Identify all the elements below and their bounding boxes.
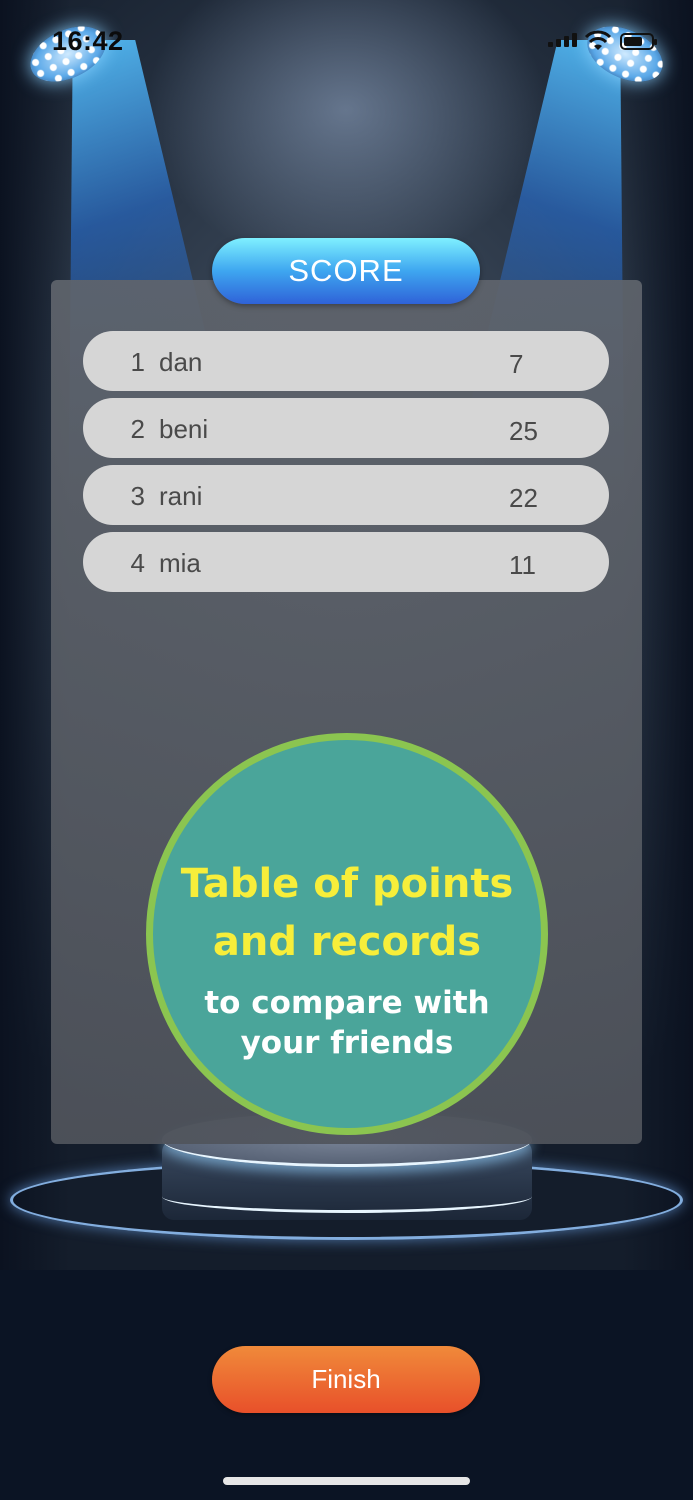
row-points: 7 (509, 349, 524, 379)
row-points: 22 (509, 483, 538, 513)
row-rank: 4 (130, 548, 145, 578)
score-title: SCORE (288, 253, 404, 288)
finish-button-label: Finish (311, 1364, 381, 1394)
score-list: 1 dan 7 2 beni 25 3 rani 22 4 mia 11 (83, 331, 609, 599)
row-player-name: rani (159, 481, 203, 511)
row-rank: 3 (130, 481, 145, 511)
finish-button[interactable]: Finish (212, 1346, 480, 1413)
promo-headline-line1: Table of points (180, 861, 514, 907)
row-rank: 1 (130, 347, 145, 377)
promo-subtitle-line1: to compare with (204, 985, 490, 1021)
row-player-name: mia (159, 548, 201, 578)
row-player-name: dan (159, 347, 203, 377)
score-row: 4 mia 11 (83, 532, 609, 592)
status-time: 16:42 (52, 26, 124, 56)
status-bar: 16:42 (0, 0, 693, 80)
score-title-badge: SCORE (212, 238, 480, 304)
home-indicator[interactable] (223, 1477, 470, 1485)
row-player-name: beni (159, 414, 209, 444)
promo-headline-line2: and records (212, 919, 482, 965)
wifi-icon (584, 30, 612, 50)
score-row: 3 rani 22 (83, 465, 609, 525)
row-points: 25 (509, 416, 538, 446)
pedestal-light-strip (162, 1180, 532, 1213)
cellular-signal-icon (548, 33, 577, 47)
score-row: 2 beni 25 (83, 398, 609, 458)
row-rank: 2 (130, 414, 145, 444)
score-row: 1 dan 7 (83, 331, 609, 391)
promo-subtitle-line2: your friends (240, 1025, 454, 1061)
row-points: 11 (509, 550, 536, 580)
promo-circle: Table of points and records to compare w… (146, 733, 548, 1135)
battery-icon (620, 33, 657, 50)
